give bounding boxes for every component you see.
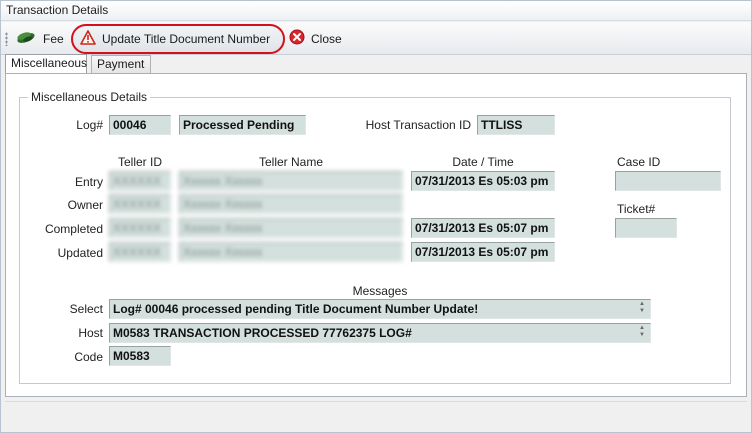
select-message-text: Log# 00046 processed pending Title Docum…: [113, 302, 479, 316]
completed-label: Completed: [44, 222, 103, 236]
case-id-label: Case ID: [617, 155, 661, 169]
updated-teller-name-field[interactable]: Xxxxxx Xxxxxx: [179, 242, 403, 262]
updated-date-time-field[interactable]: 07/31/2013 Es 05:07 pm: [411, 242, 555, 262]
log-label: Log#: [76, 118, 103, 132]
date-time-header: Date / Time: [452, 155, 514, 169]
tab-payment[interactable]: Payment: [91, 55, 151, 74]
select-label: Select: [69, 302, 103, 316]
owner-teller-name-field[interactable]: Xxxxxx Xxxxxx: [179, 194, 403, 214]
transaction-details-window: Transaction Details Fee Update Title Doc…: [0, 0, 752, 433]
entry-teller-id-field[interactable]: XXXXXX: [109, 171, 171, 191]
ticket-field[interactable]: [615, 218, 677, 238]
tab-miscellaneous[interactable]: Miscellaneous: [5, 54, 87, 74]
group-title: Miscellaneous Details: [28, 90, 151, 104]
owner-label: Owner: [67, 198, 103, 212]
entry-date-time-field[interactable]: 07/31/2013 Es 05:03 pm: [411, 171, 555, 191]
host-label: Host: [78, 326, 103, 340]
entry-teller-name-field[interactable]: Xxxxxx Xxxxxx: [179, 171, 403, 191]
select-message-field[interactable]: Log# 00046 processed pending Title Docum…: [109, 299, 651, 319]
update-button-label: Update Title Document Number: [102, 32, 271, 46]
close-button[interactable]: Close: [289, 26, 342, 51]
completed-teller-name-field[interactable]: Xxxxxx Xxxxxx: [179, 218, 403, 238]
case-id-field[interactable]: [615, 171, 721, 191]
host-message-field[interactable]: M0583 TRANSACTION PROCESSED 77762375 LOG…: [109, 323, 651, 343]
host-transaction-id-label: Host Transaction ID: [365, 118, 471, 132]
completed-teller-id-field[interactable]: XXXXXX: [109, 218, 171, 238]
teller-name-header: Teller Name: [258, 155, 324, 169]
entry-label: Entry: [74, 175, 103, 189]
close-icon: [289, 29, 305, 48]
update-title-document-number-button[interactable]: Update Title Document Number: [71, 24, 285, 54]
teller-id-header: Teller ID: [117, 155, 162, 169]
status-field[interactable]: Processed Pending: [179, 115, 306, 135]
window-title: Transaction Details: [1, 1, 751, 21]
completed-date-time-field[interactable]: 07/31/2013 Es 05:07 pm: [411, 218, 555, 238]
owner-teller-id-field[interactable]: XXXXXX: [109, 194, 171, 214]
messages-header: Messages: [352, 284, 408, 298]
host-transaction-id-field[interactable]: TTLISS: [477, 115, 555, 135]
fee-button-label: Fee: [43, 31, 64, 46]
close-button-label: Close: [311, 31, 342, 46]
host-message-text: M0583 TRANSACTION PROCESSED 77762375 LOG…: [113, 326, 412, 340]
money-icon: [15, 29, 37, 48]
updated-teller-id-field[interactable]: XXXXXX: [109, 242, 171, 262]
bottom-bar: [5, 401, 747, 429]
host-scroll-arrows-icon[interactable]: ▲ ▼: [635, 325, 649, 341]
fee-button[interactable]: Fee: [15, 26, 64, 51]
select-scroll-arrows-icon[interactable]: ▲ ▼: [635, 301, 649, 317]
log-number-field[interactable]: 00046: [109, 115, 171, 135]
code-label: Code: [74, 350, 103, 364]
ticket-label: Ticket#: [617, 202, 656, 216]
updated-label: Updated: [57, 246, 103, 260]
warning-icon: [80, 30, 96, 48]
toolbar: Fee Update Title Document Number Close: [1, 22, 751, 55]
code-field[interactable]: M0583: [109, 346, 171, 366]
toolbar-grip-icon[interactable]: [5, 32, 8, 46]
